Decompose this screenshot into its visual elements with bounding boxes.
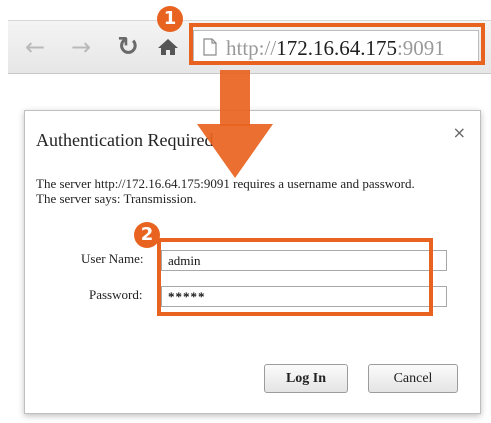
step-2-callout: 2 (134, 222, 160, 248)
screenshot-stage: ← → ↻ http://172.16.64.175:9091 1 Authen… (0, 0, 491, 423)
home-icon[interactable] (154, 31, 182, 63)
credentials-highlight-box (157, 238, 433, 316)
forward-arrow-icon[interactable]: → (68, 31, 94, 63)
url-highlight-box (189, 23, 485, 65)
dialog-title: Authentication Required (36, 130, 214, 150)
step-1-callout: 1 (157, 6, 183, 32)
cancel-button[interactable]: Cancel (368, 364, 458, 393)
password-label: Password: (89, 287, 143, 302)
close-icon[interactable]: × (453, 123, 466, 142)
username-label: User Name: (81, 251, 144, 266)
back-arrow-icon[interactable]: ← (22, 31, 48, 63)
down-arrow-icon (193, 70, 277, 185)
reload-icon[interactable]: ↻ (114, 31, 142, 63)
login-button[interactable]: Log In (264, 364, 348, 393)
